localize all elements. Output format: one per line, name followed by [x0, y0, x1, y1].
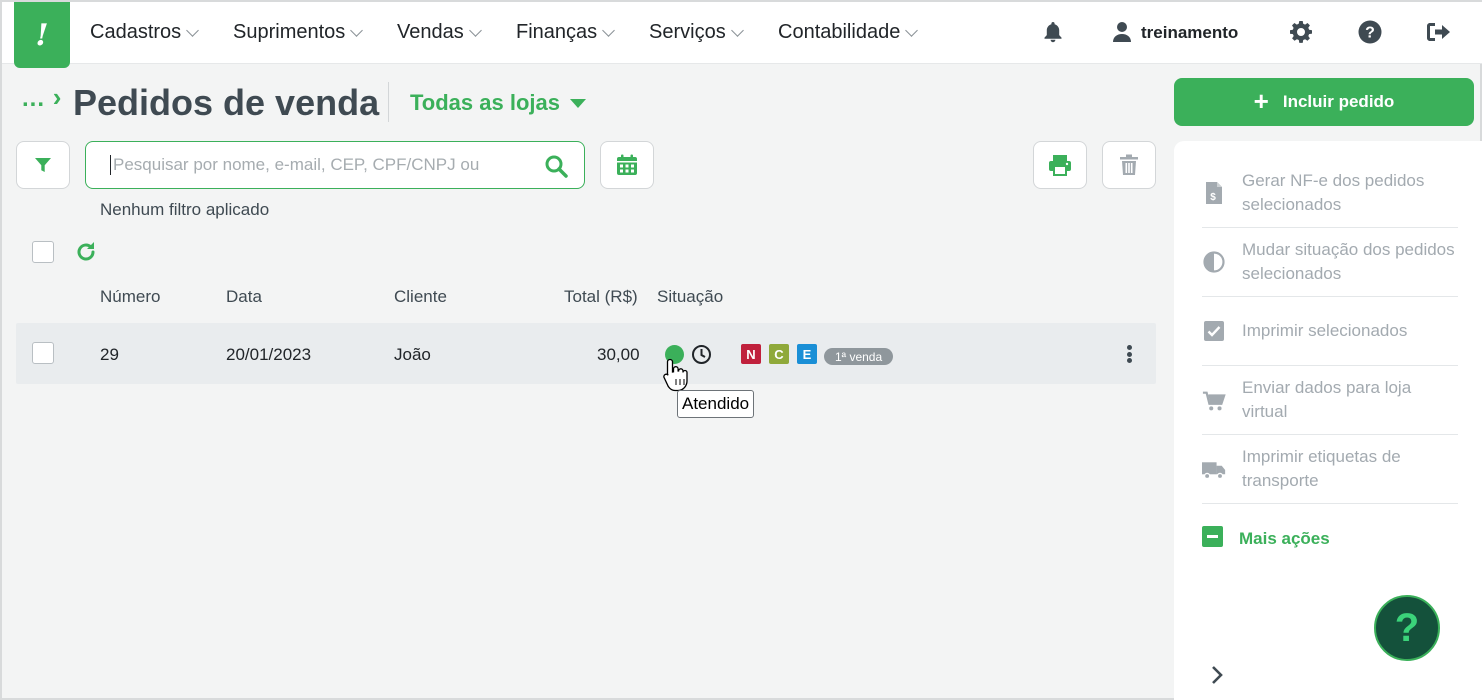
table-row[interactable]: [16, 323, 1156, 384]
action-print-selected[interactable]: Imprimir selecionados: [1202, 319, 1458, 343]
column-header-cliente[interactable]: Cliente: [394, 287, 447, 307]
app-logo[interactable]: !: [14, 2, 70, 68]
top-navbar: ! Cadastros Suprimentos Vendas Finanças …: [2, 2, 1482, 68]
store-filter-dropdown[interactable]: Todas as lojas: [410, 90, 586, 116]
nav-label: Contabilidade: [778, 21, 901, 43]
status-tooltip: Atendido: [677, 390, 755, 418]
collapse-square-icon: [1202, 526, 1223, 552]
nav-servicos[interactable]: Serviços: [649, 21, 744, 44]
calendar-icon: [617, 154, 637, 175]
divider: [1202, 503, 1458, 504]
help-fab-button[interactable]: ?: [1374, 595, 1440, 661]
nav-label: Suprimentos: [233, 21, 346, 43]
tag-nfe: N: [741, 344, 761, 364]
nav-vendas[interactable]: Vendas: [397, 21, 482, 44]
svg-text:?: ?: [1365, 25, 1375, 42]
search-box: [85, 141, 585, 189]
help-circle-icon[interactable]: ?: [1356, 18, 1384, 46]
gear-icon[interactable]: [1287, 18, 1315, 46]
user-icon[interactable]: [1108, 18, 1136, 46]
search-icon[interactable]: [544, 154, 568, 183]
column-header-numero[interactable]: Número: [100, 287, 160, 307]
delete-button[interactable]: [1102, 141, 1156, 189]
nav-suprimentos[interactable]: Suprimentos: [233, 21, 364, 44]
breadcrumb-ellipsis: ...: [22, 85, 46, 112]
action-label: Mudar situação dos pedidos selecionados: [1242, 240, 1455, 283]
nav-contabilidade[interactable]: Contabilidade: [778, 21, 919, 44]
search-input[interactable]: [110, 155, 510, 175]
caret-down-icon: [569, 98, 586, 108]
cell-numero: 29: [100, 345, 119, 364]
tag-c: C: [769, 344, 789, 364]
clock-icon: [691, 344, 712, 370]
action-send-store[interactable]: Enviar dados para loja virtual: [1202, 376, 1458, 424]
checkbox-icon: [1202, 319, 1226, 343]
funnel-icon: [35, 158, 51, 172]
divider: [1202, 365, 1458, 366]
filter-button[interactable]: [16, 141, 70, 189]
divider: [1202, 296, 1458, 297]
cell-total: 30,00: [597, 345, 640, 364]
user-name[interactable]: treinamento: [1141, 23, 1238, 43]
select-all-checkbox[interactable]: [32, 241, 54, 263]
column-header-data[interactable]: Data: [226, 287, 262, 307]
chevron-right-icon[interactable]: [1210, 665, 1224, 690]
nav-label: Cadastros: [90, 21, 182, 43]
bell-icon[interactable]: [1039, 18, 1067, 46]
chevron-down-icon: [905, 23, 919, 37]
add-order-button[interactable]: + Incluir pedido: [1174, 78, 1474, 126]
more-actions-toggle[interactable]: Mais ações: [1202, 526, 1330, 552]
action-label: Gerar NF-e dos pedidos selecionados: [1242, 171, 1425, 214]
print-button[interactable]: [1033, 141, 1087, 189]
action-print-labels[interactable]: Imprimir etiquetas de transporte: [1202, 445, 1458, 493]
printer-icon: [1049, 155, 1071, 176]
question-mark-icon: ?: [1394, 605, 1420, 650]
add-order-label: Incluir pedido: [1282, 92, 1395, 111]
chevron-down-icon: [468, 23, 482, 37]
chevron-down-icon: [602, 23, 616, 37]
cell-cliente: João: [394, 345, 431, 364]
row-menu-icon[interactable]: [1120, 342, 1138, 366]
row-checkbox[interactable]: [32, 342, 54, 364]
plus-icon: +: [1253, 86, 1269, 116]
actions-panel: $ Gerar NF-e dos pedidos selecionados Mu…: [1174, 141, 1482, 700]
tag-e: E: [797, 344, 817, 364]
action-label: Imprimir etiquetas de transporte: [1242, 447, 1401, 490]
more-actions-label: Mais ações: [1239, 529, 1330, 548]
refresh-icon[interactable]: [74, 240, 98, 269]
action-label: Imprimir selecionados: [1242, 321, 1408, 340]
nav-label: Finanças: [516, 21, 598, 43]
nav-cadastros[interactable]: Cadastros: [90, 21, 200, 44]
action-label: Enviar dados para loja virtual: [1242, 378, 1412, 421]
nav-financas[interactable]: Finanças: [516, 21, 616, 44]
breadcrumb-back[interactable]: ... ›: [22, 82, 62, 113]
svg-text:$: $: [1210, 192, 1216, 203]
header-divider: [388, 82, 389, 122]
logo-mark: !: [35, 17, 49, 53]
date-filter-button[interactable]: [600, 141, 654, 189]
divider: [1202, 227, 1458, 228]
chevron-down-icon: [186, 23, 200, 37]
column-header-situacao[interactable]: Situação: [657, 287, 723, 307]
invoice-icon: $: [1202, 169, 1226, 217]
page-title: Pedidos de venda: [73, 82, 380, 123]
chevron-down-icon: [350, 23, 364, 37]
chevron-right-icon: ›: [52, 82, 63, 112]
filter-status-text: Nenhum filtro aplicado: [100, 200, 270, 219]
logout-icon[interactable]: [1425, 18, 1453, 46]
cart-icon: [1202, 376, 1226, 424]
store-filter-label: Todas as lojas: [410, 90, 560, 115]
divider: [1202, 434, 1458, 435]
trash-icon: [1120, 154, 1138, 175]
truck-icon: [1202, 445, 1226, 493]
nav-label: Vendas: [397, 21, 464, 43]
first-sale-badge: 1ª venda: [824, 348, 894, 365]
action-generate-nfe[interactable]: $ Gerar NF-e dos pedidos selecionados: [1202, 169, 1458, 217]
column-header-total[interactable]: Total (R$): [564, 287, 638, 307]
chevron-down-icon: [730, 23, 744, 37]
half-circle-icon: [1202, 238, 1226, 286]
cell-data: 20/01/2023: [226, 345, 312, 364]
action-change-status[interactable]: Mudar situação dos pedidos selecionados: [1202, 238, 1458, 286]
nav-label: Serviços: [649, 21, 726, 43]
